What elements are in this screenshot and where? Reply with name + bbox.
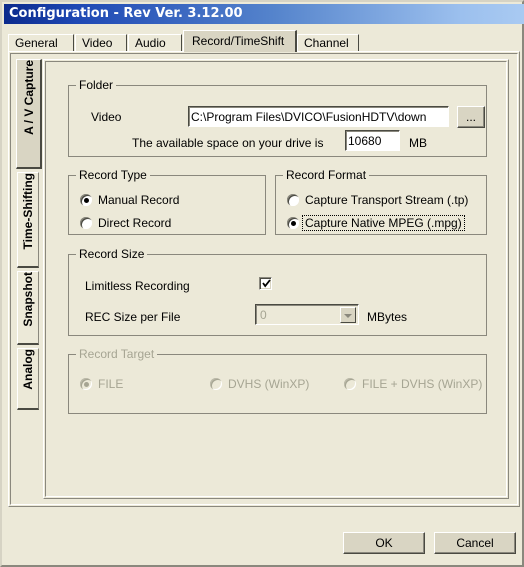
record-type-group: Record Type Manual Record Direct Record — [68, 169, 266, 235]
radio-target-file-label: FILE — [98, 377, 124, 391]
ok-button[interactable]: OK — [343, 532, 425, 554]
radio-capture-native-mpeg-label: Capture Native MPEG (.mpg) — [302, 215, 465, 231]
radio-manual-record-indicator — [80, 194, 92, 206]
record-size-group: Record Size Limitless Recording REC Size… — [68, 248, 487, 336]
record-target-group: Record Target FILE DVHS (WinXP) FILE + D… — [68, 348, 487, 414]
radio-target-file-dvhs-indicator — [344, 378, 356, 390]
video-path-input[interactable] — [188, 106, 449, 127]
radio-target-dvhs-indicator — [210, 378, 222, 390]
title-bar: Configuration - Rev Ver. 3.12.00 — [4, 4, 524, 24]
record-size-group-title: Record Size — [76, 248, 148, 260]
record-target-group-title: Record Target — [76, 348, 158, 360]
check-icon — [262, 279, 271, 288]
available-space-label: The available space on your drive is — [132, 136, 324, 150]
radio-direct-record-label: Direct Record — [98, 216, 172, 230]
record-format-group-title: Record Format — [283, 169, 370, 181]
radio-capture-transport-stream-label: Capture Transport Stream (.tp) — [305, 193, 469, 207]
radio-capture-transport-stream-indicator — [287, 194, 299, 206]
folder-group-title: Folder — [76, 79, 117, 91]
limitless-recording-label: Limitless Recording — [85, 279, 190, 293]
video-label: Video — [91, 110, 122, 124]
available-space-units: MB — [409, 136, 427, 150]
radio-direct-record-indicator — [80, 217, 92, 229]
rec-size-combobox[interactable]: 0 — [255, 304, 359, 325]
record-type-group-title: Record Type — [76, 169, 150, 181]
rec-size-combobox-value: 0 — [260, 308, 267, 322]
rec-size-per-file-label: REC Size per File — [85, 310, 181, 324]
rec-size-units: MBytes — [367, 310, 408, 324]
tab-channel[interactable]: Channel — [297, 34, 359, 52]
content-panel: Folder Video ... The available space on … — [43, 59, 509, 499]
browse-button[interactable]: ... — [457, 106, 485, 128]
sidetab-snapshot[interactable]: Snapshot — [17, 271, 39, 345]
cancel-button[interactable]: Cancel — [434, 532, 516, 554]
sidetab-time-shifting-label: Time-Shifting — [21, 173, 35, 250]
sidetab-snapshot-label: Snapshot — [21, 272, 35, 327]
tab-general[interactable]: General — [8, 34, 74, 52]
rec-size-combobox-dropdown-button[interactable] — [340, 307, 356, 323]
radio-manual-record-label: Manual Record — [98, 193, 180, 207]
tab-record-timeshift[interactable]: Record/TimeShift — [183, 30, 297, 52]
available-space-value[interactable] — [345, 130, 400, 151]
sidetab-av-capture[interactable]: A / V Capture — [16, 59, 42, 169]
tab-video[interactable]: Video — [75, 34, 127, 52]
folder-group: Folder Video ... The available space on … — [68, 79, 487, 157]
tab-audio[interactable]: Audio — [128, 34, 182, 52]
configuration-dialog: Configuration - Rev Ver. 3.12.00 General… — [0, 0, 524, 567]
tab-strip: General Video Audio Record/TimeShift Cha… — [8, 30, 520, 52]
radio-target-file-dvhs-label: FILE + DVHS (WinXP) — [362, 377, 483, 391]
radio-target-dvhs-label: DVHS (WinXP) — [228, 377, 310, 391]
radio-target-file-indicator — [80, 378, 92, 390]
record-format-group: Record Format Capture Transport Stream (… — [275, 169, 487, 235]
chevron-down-icon — [344, 314, 352, 318]
sidetab-av-capture-label: A / V Capture — [22, 60, 36, 135]
limitless-recording-checkbox[interactable] — [259, 277, 272, 290]
sidetab-analog[interactable]: Analog — [17, 348, 39, 410]
sidetab-time-shifting[interactable]: Time-Shifting — [17, 172, 39, 268]
radio-capture-native-mpeg-indicator — [287, 217, 299, 229]
sidetab-analog-label: Analog — [21, 349, 35, 390]
window-title: Configuration - Rev Ver. 3.12.00 — [9, 6, 243, 21]
